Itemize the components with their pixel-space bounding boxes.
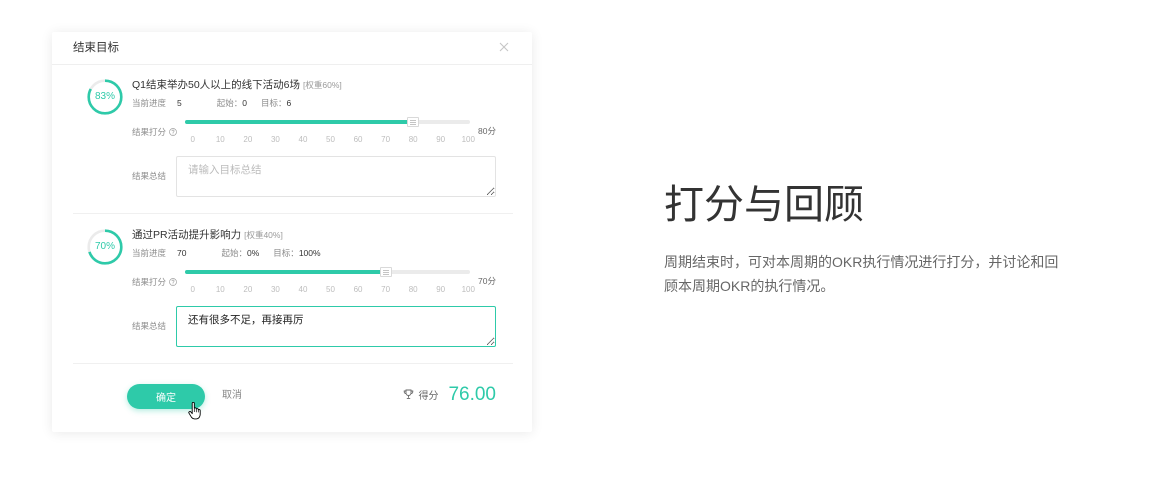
summary-textarea[interactable]: 还有很多不足，再接再厉 bbox=[176, 306, 496, 347]
score-slider-fill bbox=[185, 120, 413, 124]
start-label: 起始： bbox=[216, 98, 243, 108]
current-progress-value: 5 bbox=[177, 98, 182, 108]
help-icon[interactable] bbox=[169, 128, 177, 136]
slider-tick-label: 30 bbox=[270, 135, 280, 144]
score-slider[interactable] bbox=[185, 267, 470, 277]
slider-tick-label: 90 bbox=[436, 135, 446, 144]
start-label: 起始： bbox=[221, 248, 247, 258]
end-goal-modal: 结束目标 83% Q1结束举办50人以上的线下活动6场 [权重60%] 当前进度… bbox=[52, 32, 532, 432]
start-value: 0 bbox=[242, 98, 247, 108]
slider-tick-label: 40 bbox=[298, 285, 308, 294]
current-progress-label: 当前进度 bbox=[132, 248, 167, 258]
target-label: 目标： bbox=[273, 248, 299, 258]
slider-ticks: 0 10 20 30 40 50 60 70 80 90 100 bbox=[179, 135, 482, 145]
modal-header: 结束目标 bbox=[52, 32, 532, 65]
hand-cursor-icon bbox=[188, 402, 201, 420]
slider-tick-label: 30 bbox=[270, 285, 280, 294]
slider-tick-label: 90 bbox=[436, 285, 446, 294]
slider-ticks: 0 10 20 30 40 50 60 70 80 90 100 bbox=[179, 285, 482, 295]
score-label: 结果打分 bbox=[132, 127, 167, 137]
goal-weight: [权重40%] bbox=[244, 230, 283, 240]
score-slider-handle[interactable] bbox=[379, 267, 392, 277]
slider-tick-label: 40 bbox=[298, 135, 308, 144]
goal-weight: [权重60%] bbox=[303, 80, 342, 90]
goal-progress-meta: 当前进度 5 起始： 0 目标： 6 bbox=[132, 97, 291, 109]
goal-item: 70% 通过PR活动提升影响力 [权重40%] 当前进度 70 起始： 0% 目… bbox=[52, 215, 532, 365]
slider-tick-label: 70 bbox=[381, 285, 391, 294]
target-value: 6 bbox=[286, 98, 292, 108]
score-value: 80分 bbox=[478, 126, 496, 136]
goal-item: 83% Q1结束举办50人以上的线下活动6场 [权重60%] 当前进度 5 起始… bbox=[52, 65, 532, 215]
progress-percent: 70% bbox=[94, 241, 115, 252]
slider-tick-label: 50 bbox=[326, 285, 335, 294]
score-slider[interactable] bbox=[185, 117, 470, 127]
score-slider-fill bbox=[185, 270, 386, 274]
total-score-label: 得分 bbox=[418, 391, 439, 402]
goal-title: Q1结束举办50人以上的线下活动6场 bbox=[132, 79, 301, 91]
progress-ring: 83% bbox=[87, 79, 123, 115]
slider-tick-label: 20 bbox=[243, 285, 253, 294]
goal-title-row: Q1结束举办50人以上的线下活动6场 [权重60%] bbox=[132, 77, 342, 93]
current-progress-label: 当前进度 bbox=[132, 98, 167, 108]
slider-tick-label: 70 bbox=[381, 135, 391, 144]
score-value: 70分 bbox=[478, 276, 496, 286]
total-score-value: 76.00 bbox=[448, 384, 496, 405]
help-icon[interactable] bbox=[169, 278, 177, 286]
feature-description: 周期结束时，可对本周期的OKR执行情况进行打分，并讨论和回顾本周期OKR的执行情… bbox=[664, 254, 1059, 294]
divider bbox=[73, 213, 513, 214]
slider-tick-label: 60 bbox=[353, 285, 363, 294]
score-label-row: 结果打分 bbox=[132, 276, 177, 288]
slider-tick-label: 50 bbox=[326, 135, 335, 144]
divider bbox=[73, 363, 513, 364]
goal-title: 通过PR活动提升影响力 bbox=[132, 229, 242, 241]
score-slider-handle[interactable] bbox=[407, 117, 419, 127]
cancel-button[interactable]: 取消 bbox=[222, 390, 242, 402]
target-label: 目标： bbox=[261, 98, 287, 108]
close-button[interactable] bbox=[497, 40, 511, 54]
modal-title: 结束目标 bbox=[73, 42, 119, 54]
slider-tick-label: 20 bbox=[243, 135, 253, 144]
total-score: 得分 76.00 bbox=[403, 382, 496, 407]
trophy-icon bbox=[404, 389, 414, 400]
close-icon bbox=[499, 42, 509, 52]
goal-title-row: 通过PR活动提升影响力 [权重40%] bbox=[132, 227, 283, 243]
slider-tick-label: 0 bbox=[190, 135, 195, 144]
slider-tick-label: 60 bbox=[353, 135, 363, 144]
current-progress-value: 70 bbox=[177, 248, 187, 258]
score-label: 结果打分 bbox=[132, 277, 167, 287]
slider-tick-label: 80 bbox=[408, 135, 418, 144]
feature-heading: 打分与回顾 bbox=[664, 183, 864, 227]
progress-ring: 70% bbox=[87, 229, 123, 265]
slider-tick-label: 80 bbox=[408, 285, 418, 294]
score-label-row: 结果打分 bbox=[132, 126, 177, 138]
slider-tick-label: 10 bbox=[215, 135, 225, 144]
slider-tick-label: 0 bbox=[190, 285, 195, 294]
slider-tick-label: 10 bbox=[215, 285, 225, 294]
start-value: 0% bbox=[247, 248, 260, 258]
summary-textarea[interactable] bbox=[176, 156, 496, 197]
progress-percent: 83% bbox=[94, 91, 115, 102]
goal-progress-meta: 当前进度 70 起始： 0% 目标： 100% bbox=[132, 247, 321, 259]
summary-label: 结果总结 bbox=[132, 321, 167, 331]
summary-label: 结果总结 bbox=[132, 171, 167, 181]
target-value: 100% bbox=[298, 248, 321, 258]
